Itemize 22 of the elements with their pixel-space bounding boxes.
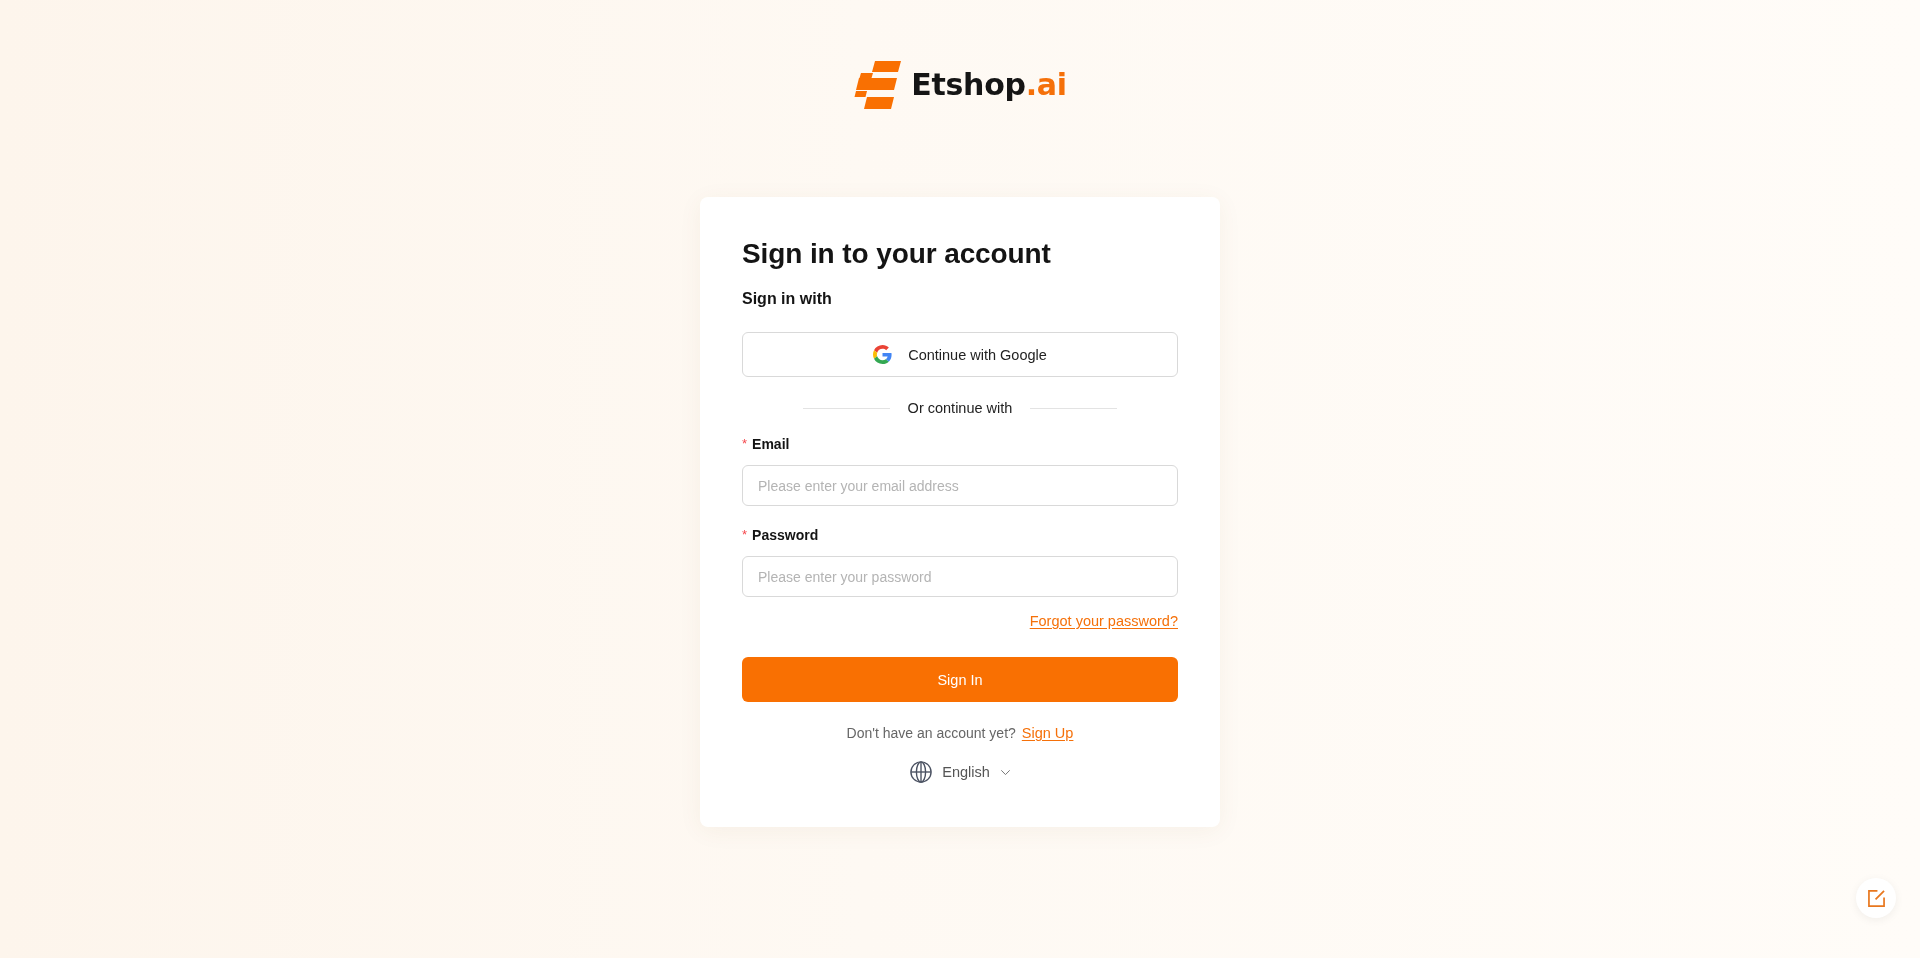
sign-in-button[interactable]: Sign In: [742, 657, 1178, 702]
divider-label: Or continue with: [907, 399, 1013, 418]
logo-wordmark: Etshop.ai: [911, 66, 1067, 104]
card-title: Sign in to your account: [742, 237, 1052, 271]
password-field[interactable]: Please enter your password: [742, 556, 1178, 597]
required-asterisk: *: [742, 526, 748, 544]
google-sign-in-button[interactable]: Continue with Google: [742, 332, 1178, 377]
field-label: Password: [752, 526, 819, 545]
globe-icon: [910, 761, 933, 783]
sign-up-link[interactable]: Sign Up: [1021, 723, 1074, 743]
chevron-down-icon: [1000, 769, 1010, 775]
logo-icon: [853, 61, 902, 109]
forgot-password-link[interactable]: Forgot your password?: [1029, 611, 1178, 631]
signup-prompt: Don't have an account yet?: [846, 724, 1016, 743]
section-label: Sign in with: [742, 289, 832, 309]
field-label: Email: [752, 435, 790, 454]
required-asterisk: *: [742, 435, 748, 453]
g-logo-icon: [873, 345, 893, 364]
language-selector[interactable]: English: [910, 760, 1010, 784]
email-field[interactable]: Please enter your email address: [742, 465, 1178, 506]
feedback-button[interactable]: [1856, 878, 1896, 918]
edit-icon: [1867, 889, 1885, 907]
